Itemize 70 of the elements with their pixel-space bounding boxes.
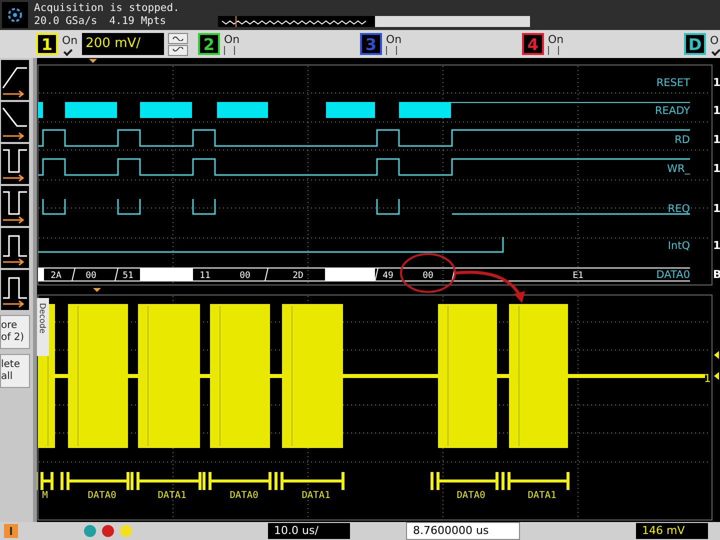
channel-on-checkbox[interactable]	[386, 46, 397, 54]
bus-value: E1	[572, 271, 584, 281]
bus-value: 51	[122, 271, 134, 281]
trigger-level-field[interactable]: 146 mV	[636, 523, 708, 539]
channel-label: READY	[654, 105, 690, 117]
channel-label: REQ	[668, 203, 690, 215]
coarse-up-button[interactable]	[168, 32, 188, 44]
coarse-down-button[interactable]	[168, 44, 188, 56]
channel-on-label: O	[710, 34, 720, 46]
decode-label: DATA0	[230, 490, 258, 501]
channel-label: RD	[674, 134, 690, 146]
channel-marker: 1	[713, 76, 720, 89]
channel-marker: 1	[713, 202, 720, 215]
info-icon[interactable]	[4, 524, 18, 538]
softkey-button[interactable]: ore of 2)	[0, 315, 30, 349]
acquisition-status: Acquisition is stopped.	[34, 2, 180, 15]
wave-icon	[172, 47, 184, 53]
channel-marker: 1	[713, 104, 720, 117]
softkey-button[interactable]: lete all	[0, 354, 30, 388]
memory-depth: 4.19 Mpts	[109, 15, 166, 28]
trigger-mode-icon[interactable]	[1, 102, 29, 142]
bus-value: 00	[86, 271, 96, 281]
channel-label: RESET	[656, 77, 690, 89]
channel-label: IntQ	[668, 240, 690, 252]
timebase-field[interactable]: 10.0 us/	[268, 523, 350, 539]
channel-on-label: On	[62, 34, 78, 46]
delay-field[interactable]: 8.7600000 us	[406, 522, 520, 540]
channel-on-checkbox[interactable]	[224, 46, 235, 54]
channel-on-label: On	[548, 34, 564, 46]
bus-value: 00	[422, 271, 434, 281]
bus-value: 2A	[50, 271, 62, 281]
annotation-arrow	[454, 270, 525, 303]
trigger-mode-icon[interactable]	[1, 228, 29, 268]
arrow-marker-icon	[714, 351, 719, 380]
ground-marker: 1	[704, 372, 711, 385]
channel-button[interactable]: 2	[198, 33, 220, 55]
channel-marker: 1	[713, 239, 720, 252]
channel-on-label: On	[386, 34, 402, 46]
decode-label: DATA1	[158, 490, 186, 501]
channel-marker: 1	[713, 133, 720, 146]
channel-button[interactable]: D	[684, 33, 706, 55]
channel-on-checkbox[interactable]	[548, 46, 559, 54]
trigger-mode-icon[interactable]	[1, 270, 29, 310]
vertical-scale-field[interactable]: 200 mV/	[82, 33, 164, 55]
highlight-circle	[400, 253, 456, 293]
decode-label: DATA1	[528, 490, 556, 501]
trigger-mode-icon[interactable]	[1, 60, 29, 100]
channel-label: DATA0	[656, 269, 690, 281]
trigger-mode-icon[interactable]	[1, 144, 29, 184]
circle-icon[interactable]	[102, 525, 114, 537]
channel-button[interactable]: 1	[36, 33, 58, 55]
decode-label: DATA0	[456, 490, 486, 501]
memory-overview-bar[interactable]	[218, 16, 530, 26]
channel-button[interactable]: 4	[522, 33, 544, 55]
bus-value: 2D	[292, 271, 304, 281]
trigger-mode-icon[interactable]	[1, 186, 29, 226]
channel-marker: 1	[713, 162, 720, 175]
decode-label: M	[42, 490, 48, 501]
decode-label: DATA1	[302, 490, 330, 501]
bus-value: 11	[200, 271, 210, 281]
wave-icon	[172, 35, 184, 41]
bus-value: 49	[382, 271, 394, 281]
sample-rate: 20.0 GSa/s	[34, 15, 98, 28]
decode-label: DATA0	[88, 490, 116, 501]
channel-on-label: On	[224, 34, 240, 46]
scope-logo-icon[interactable]	[2, 2, 28, 28]
bus-value: 00	[240, 271, 250, 281]
channel-label: WR_	[667, 163, 690, 175]
decode-tab[interactable]: Decode	[37, 298, 49, 356]
trigger-position-marker[interactable]	[93, 288, 101, 292]
